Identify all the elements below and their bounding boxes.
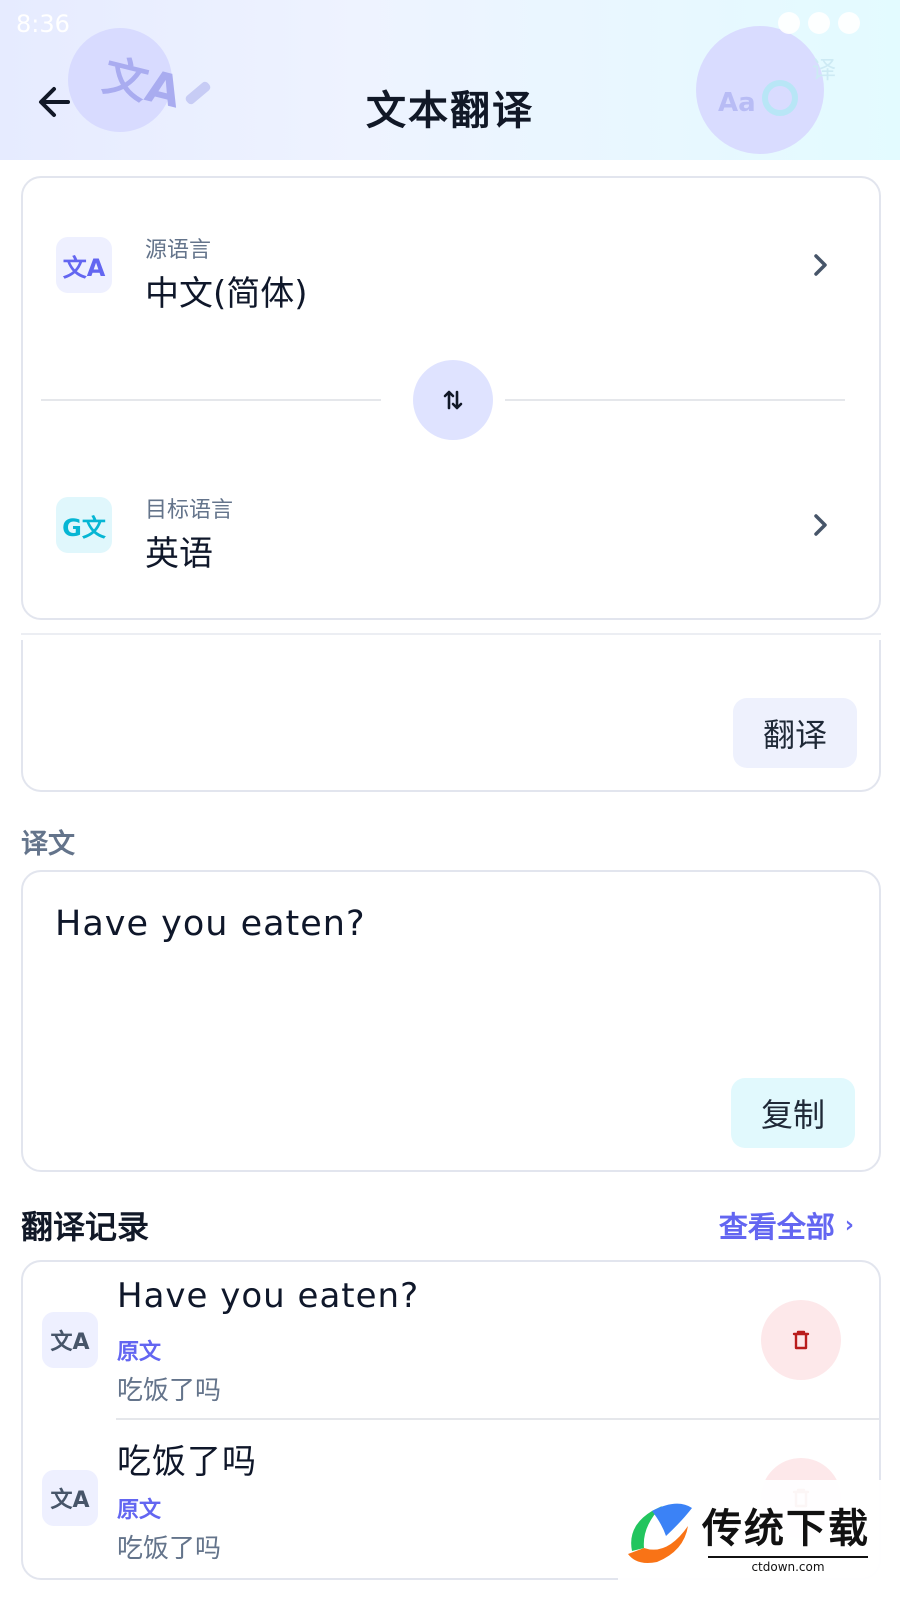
swap-arrows-icon [443, 390, 463, 410]
wifi-icon [778, 12, 800, 34]
source-language-value: 中文(简体) [145, 274, 308, 314]
source-language-row[interactable]: 文A 源语言 中文(简体) [23, 218, 879, 318]
translate-button[interactable]: 翻译 [733, 698, 857, 768]
chevron-right-icon [814, 254, 827, 276]
target-language-row[interactable]: G文 目标语言 英语 [23, 478, 879, 578]
result-card: Have you eaten? 复制 [21, 870, 881, 1172]
translate-icon: 文A [42, 1470, 98, 1526]
signal-icon [808, 12, 830, 34]
history-item-tag: 原文 [117, 1340, 162, 1365]
source-language-label: 源语言 [145, 238, 212, 263]
history-title: 翻译记录 [21, 1208, 150, 1246]
delete-history-button[interactable] [761, 1300, 841, 1380]
site-logo-icon [628, 1503, 692, 1563]
history-item-translation: 吃饭了吗 [117, 1442, 257, 1482]
trash-icon [792, 1330, 810, 1350]
page-title: 文本翻译 [366, 88, 534, 134]
view-all-link[interactable]: 查看全部 › [719, 1204, 854, 1246]
status-icons [778, 12, 860, 34]
view-all-label: 查看全部 [718, 1210, 835, 1244]
chevron-right-icon [814, 514, 827, 536]
history-item-translation: Have you eaten? [117, 1276, 420, 1316]
result-section-label: 译文 [21, 829, 75, 860]
history-item-tag: 原文 [117, 1498, 162, 1523]
watermark-logo: 传统下载 ctdown.com [618, 1480, 890, 1580]
divider-right [505, 399, 845, 401]
swap-languages-button[interactable] [413, 360, 493, 440]
watermark-sub: ctdown.com [708, 1556, 868, 1574]
google-translate-icon: G文 [56, 497, 112, 553]
source-text-card[interactable]: 翻译 [21, 640, 881, 792]
translate-icon: 文A [56, 237, 112, 293]
translated-text: Have you eaten? [55, 904, 366, 944]
history-item-original: 吃饭了吗 [117, 1534, 222, 1564]
app-header: 文A Aa 译 8:36 文本翻译 [0, 0, 900, 160]
watermark-text: 传统下载 [702, 1506, 870, 1552]
input-top-divider [21, 633, 881, 635]
language-selector-card: 文A 源语言 中文(简体) G文 目标语言 英语 [21, 176, 881, 620]
history-item[interactable]: 文A Have you eaten? 原文 吃饭了吗 [23, 1262, 879, 1420]
status-time: 8:36 [16, 10, 70, 38]
copy-button[interactable]: 复制 [731, 1078, 855, 1148]
translate-icon: 文A [42, 1312, 98, 1368]
history-item-original: 吃饭了吗 [117, 1376, 222, 1406]
battery-icon [838, 12, 860, 34]
target-language-value: 英语 [145, 534, 213, 574]
chevron-right-icon: › [844, 1212, 854, 1238]
divider-left [41, 399, 381, 401]
target-language-label: 目标语言 [145, 498, 234, 523]
